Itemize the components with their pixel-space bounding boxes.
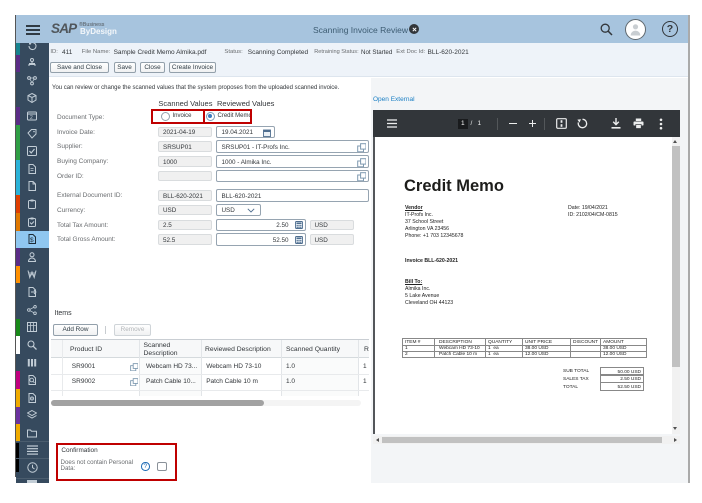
svg-text:2: 2	[30, 115, 33, 121]
svg-text:$: $	[30, 237, 34, 244]
